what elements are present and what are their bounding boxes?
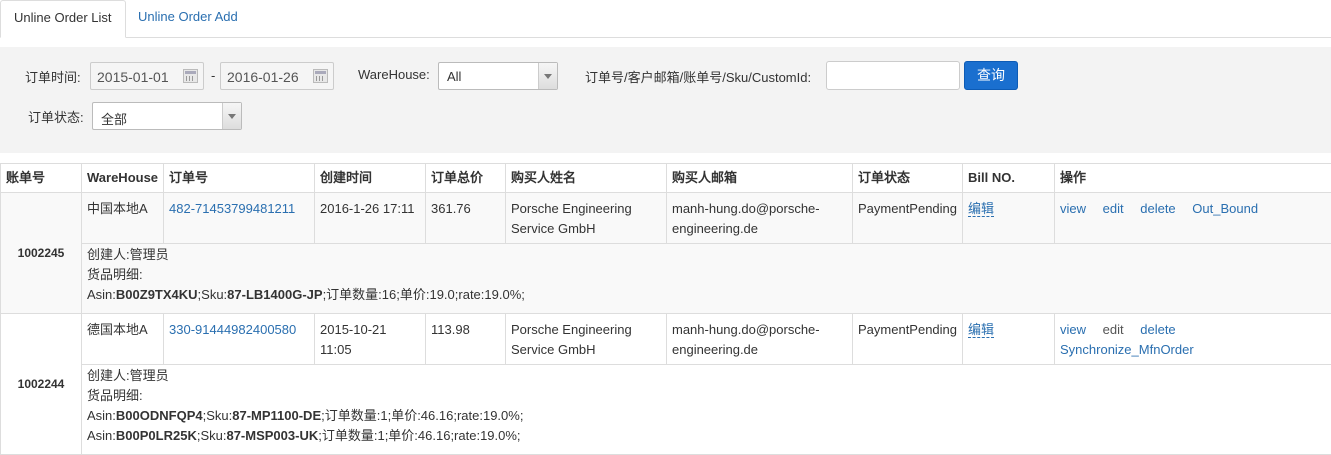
bill-no-edit-link[interactable]: 编辑 bbox=[968, 322, 994, 338]
buyer-email-cell: manh-hung.do@porsche-engineering.de bbox=[667, 314, 853, 365]
tab-bar: Unline Order List Unline Order Add bbox=[0, 0, 1331, 38]
col-header: Bill NO. bbox=[963, 164, 1055, 193]
goods-item: Asin:B00ODNFQP4;Sku:87-MP1100-DE;订单数量:1;… bbox=[87, 406, 1326, 426]
status-select[interactable]: 全部 bbox=[92, 102, 242, 130]
creator-text: 创建人:管理员 bbox=[87, 245, 1326, 265]
date-to-value: 2016-01-26 bbox=[227, 69, 299, 85]
warehouse-cell: 中国本地A bbox=[82, 193, 164, 244]
delete-link[interactable]: delete bbox=[1140, 201, 1175, 216]
warehouse-label: WareHouse: bbox=[358, 67, 430, 82]
order-status-cell: PaymentPending bbox=[853, 193, 963, 244]
date-from-value: 2015-01-01 bbox=[97, 69, 169, 85]
asin-value: B00ODNFQP4 bbox=[116, 408, 203, 423]
asin-value: B00P0LR25K bbox=[116, 428, 197, 443]
filter-panel: 订单时间: 2015-01-01 - 2016-01-26 WareHouse:… bbox=[0, 47, 1331, 153]
status-value: 全部 bbox=[101, 109, 127, 128]
search-input[interactable] bbox=[826, 61, 960, 90]
created-time-cell: 2016-1-26 17:11 bbox=[315, 193, 426, 244]
sku-value: 87-LB1400G-JP bbox=[227, 287, 322, 302]
edit-link[interactable]: edit bbox=[1103, 201, 1124, 216]
sku-value: 87-MP1100-DE bbox=[232, 408, 321, 423]
date-separator: - bbox=[211, 68, 215, 83]
creator-text: 创建人:管理员 bbox=[87, 366, 1326, 386]
chevron-down-icon[interactable] bbox=[538, 63, 557, 89]
status-label: 订单状态: bbox=[28, 107, 84, 126]
order-detail-row: 创建人:管理员 货品明细: Asin:B00Z9TX4KU;Sku:87-LB1… bbox=[1, 244, 1331, 314]
goods-label: 货品明细: bbox=[87, 265, 1326, 285]
buyer-email-cell: manh-hung.do@porsche-engineering.de bbox=[667, 193, 853, 244]
calendar-icon[interactable] bbox=[183, 69, 198, 83]
buyer-name-cell: Porsche Engineering Service GmbH bbox=[506, 314, 667, 365]
tab-order-add[interactable]: Unline Order Add bbox=[125, 0, 251, 36]
warehouse-cell: 德国本地A bbox=[82, 314, 164, 365]
sku-value: 87-MSP003-UK bbox=[226, 428, 318, 443]
search-label: 订单号/客户邮箱/账单号/Sku/CustomId: bbox=[585, 67, 811, 86]
bill-no-edit-link[interactable]: 编辑 bbox=[968, 201, 994, 217]
date-to-input[interactable]: 2016-01-26 bbox=[220, 62, 334, 90]
delete-link[interactable]: delete bbox=[1140, 322, 1175, 337]
col-header: 创建时间 bbox=[315, 164, 426, 193]
order-detail-row: 创建人:管理员 货品明细: Asin:B00ODNFQP4;Sku:87-MP1… bbox=[1, 365, 1331, 455]
order-total-cell: 113.98 bbox=[426, 314, 506, 365]
goods-label: 货品明细: bbox=[87, 386, 1326, 406]
actions-cell: view edit delete Out_Bound bbox=[1055, 193, 1331, 244]
buyer-name-cell: Porsche Engineering Service GmbH bbox=[506, 193, 667, 244]
calendar-icon[interactable] bbox=[313, 69, 328, 83]
account-number: 1002244 bbox=[1, 314, 82, 455]
col-header: 订单总价 bbox=[426, 164, 506, 193]
chevron-down-icon[interactable] bbox=[222, 103, 241, 129]
order-total-cell: 361.76 bbox=[426, 193, 506, 244]
synchronize-mfn-order-link[interactable]: Synchronize_MfnOrder bbox=[1060, 342, 1194, 357]
table-header-row: 账单号 WareHouse 订单号 创建时间 订单总价 购买人姓名 购买人邮箱 … bbox=[1, 164, 1331, 193]
account-number: 1002245 bbox=[1, 193, 82, 314]
order-number-link[interactable]: 330-91444982400580 bbox=[169, 322, 296, 337]
actions-cell: view edit delete Synchronize_MfnOrder bbox=[1055, 314, 1331, 365]
col-header: WareHouse bbox=[82, 164, 164, 193]
col-header: 订单号 bbox=[164, 164, 315, 193]
order-detail: 创建人:管理员 货品明细: Asin:B00Z9TX4KU;Sku:87-LB1… bbox=[82, 244, 1331, 314]
goods-item: Asin:B00P0LR25K;Sku:87-MSP003-UK;订单数量:1;… bbox=[87, 426, 1326, 446]
col-header: 购买人姓名 bbox=[506, 164, 667, 193]
goods-item: Asin:B00Z9TX4KU;Sku:87-LB1400G-JP;订单数量:1… bbox=[87, 285, 1326, 305]
view-link[interactable]: view bbox=[1060, 322, 1086, 337]
warehouse-value: All bbox=[447, 69, 461, 84]
order-status-cell: PaymentPending bbox=[853, 314, 963, 365]
warehouse-select[interactable]: All bbox=[438, 62, 558, 90]
date-from-input[interactable]: 2015-01-01 bbox=[90, 62, 204, 90]
col-header: 订单状态 bbox=[853, 164, 963, 193]
order-detail: 创建人:管理员 货品明细: Asin:B00ODNFQP4;Sku:87-MP1… bbox=[82, 365, 1331, 455]
table-row: 1002244 德国本地A 330-91444982400580 2015-10… bbox=[1, 314, 1331, 365]
table-row: 1002245 中国本地A 482-71453799481211 2016-1-… bbox=[1, 193, 1331, 244]
edit-link[interactable]: edit bbox=[1103, 322, 1124, 337]
col-header: 购买人邮箱 bbox=[667, 164, 853, 193]
orders-table: 账单号 WareHouse 订单号 创建时间 订单总价 购买人姓名 购买人邮箱 … bbox=[0, 163, 1331, 455]
out-bound-link[interactable]: Out_Bound bbox=[1192, 201, 1258, 216]
tab-order-list[interactable]: Unline Order List bbox=[0, 0, 126, 38]
view-link[interactable]: view bbox=[1060, 201, 1086, 216]
order-time-label: 订单时间: bbox=[25, 67, 81, 86]
created-time-cell: 2015-10-21 11:05 bbox=[315, 314, 426, 365]
order-number-link[interactable]: 482-71453799481211 bbox=[169, 201, 295, 216]
asin-value: B00Z9TX4KU bbox=[116, 287, 198, 302]
col-header: 账单号 bbox=[1, 164, 82, 193]
search-button[interactable]: 查询 bbox=[964, 61, 1018, 90]
col-header: 操作 bbox=[1055, 164, 1331, 193]
